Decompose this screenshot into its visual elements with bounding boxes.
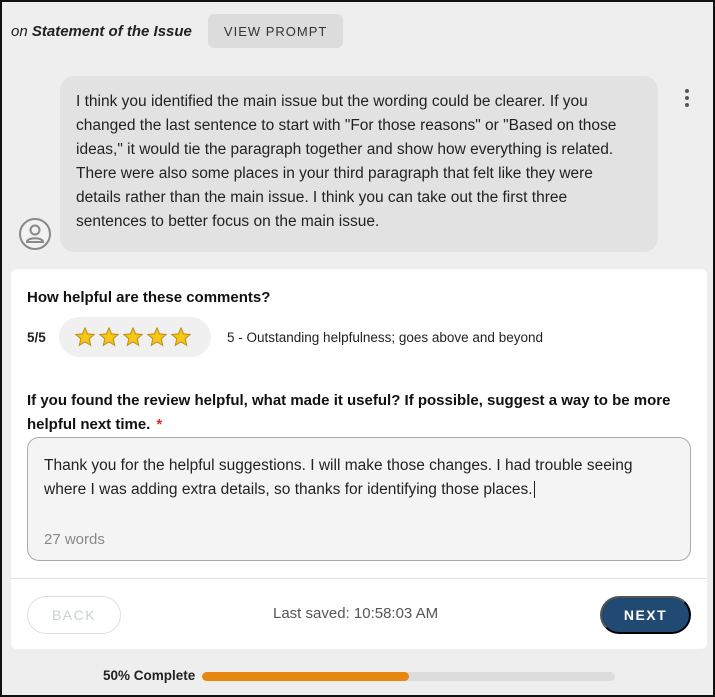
next-button[interactable]: NEXT <box>600 596 691 634</box>
star-icon[interactable] <box>145 326 169 348</box>
star-rating[interactable] <box>59 317 211 357</box>
feedback-panel: How helpful are these comments? 5/5 5 - … <box>11 269 707 649</box>
star-icon[interactable] <box>169 326 193 348</box>
item-title: Statement of the Issue <box>31 22 192 40</box>
item-heading: on Statement of the Issue <box>11 23 192 40</box>
helpfulness-question: How helpful are these comments? <box>27 289 271 306</box>
required-marker: * <box>156 416 163 433</box>
last-saved-status: Last saved: 10:58:03 AM <box>273 605 439 622</box>
back-button[interactable]: BACK <box>27 596 121 634</box>
on-prefix: on <box>11 22 28 40</box>
more-vertical-icon[interactable] <box>681 88 693 108</box>
divider <box>11 578 707 579</box>
progress-fill <box>202 672 409 681</box>
question-text: If you found the review helpful, what ma… <box>27 392 671 433</box>
score-label: 5/5 <box>27 330 46 345</box>
star-icon[interactable] <box>97 326 121 348</box>
view-prompt-button[interactable]: VIEW PROMPT <box>207 14 344 48</box>
progress-bar <box>202 672 615 681</box>
response-text: Thank you for the helpful suggestions. I… <box>44 457 633 498</box>
user-avatar-icon <box>19 218 51 250</box>
review-comment: I think you identified the main issue bu… <box>60 76 658 252</box>
word-count: 27 words <box>44 531 105 548</box>
review-feedback-page: on Statement of the Issue VIEW PROMPT I … <box>0 0 715 697</box>
helpful-reason-question: If you found the review helpful, what ma… <box>27 389 687 437</box>
text-cursor <box>533 481 535 498</box>
rating-description: 5 - Outstanding helpfulness; goes above … <box>227 330 543 345</box>
star-icon[interactable] <box>121 326 145 348</box>
response-textarea[interactable]: Thank you for the helpful suggestions. I… <box>27 437 691 561</box>
progress-label: 50% Complete <box>103 668 196 683</box>
header: on Statement of the Issue VIEW PROMPT <box>11 14 344 48</box>
star-icon[interactable] <box>73 326 97 348</box>
